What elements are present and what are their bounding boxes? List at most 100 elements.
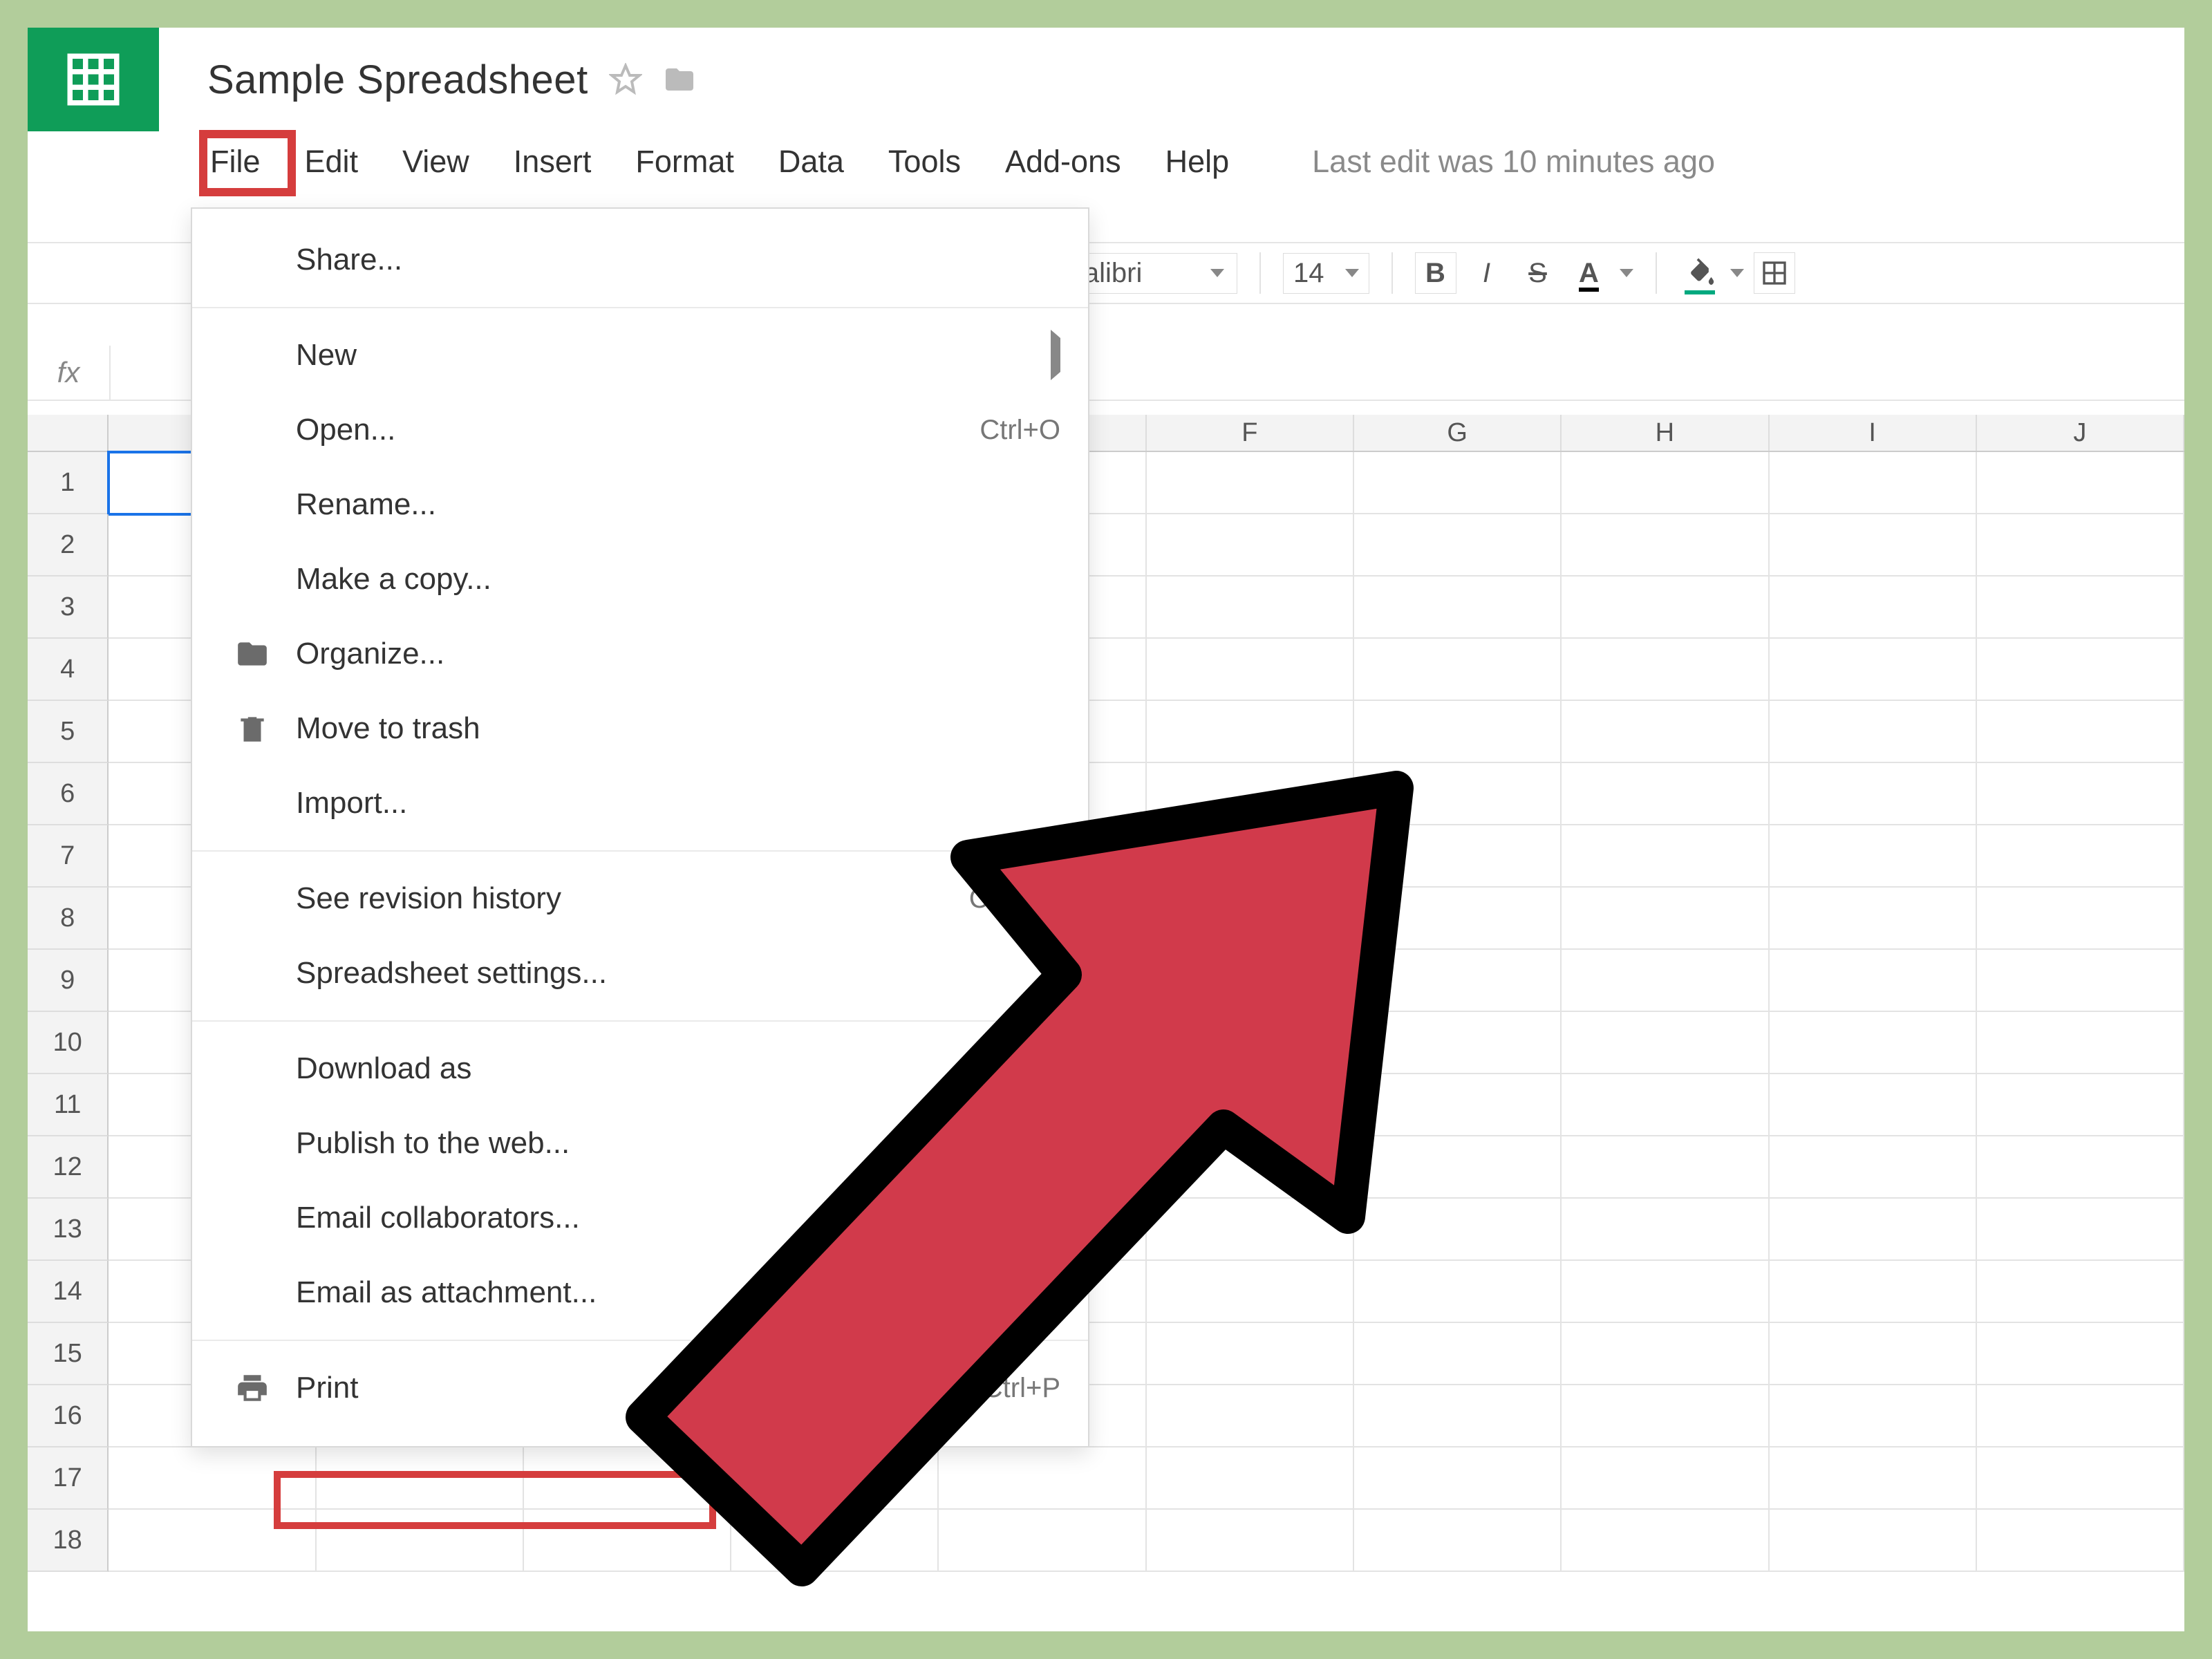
chevron-down-icon[interactable] [1730, 269, 1744, 277]
cell[interactable] [1562, 514, 1769, 577]
cell[interactable] [1977, 1136, 2184, 1199]
menu-insert[interactable]: Insert [511, 138, 594, 185]
cell[interactable] [1354, 950, 1562, 1012]
menu-item-share[interactable]: Share... [192, 223, 1088, 297]
cell[interactable] [1354, 1510, 1562, 1572]
cell[interactable] [524, 1447, 731, 1510]
cell[interactable] [1562, 950, 1769, 1012]
cell[interactable] [1354, 452, 1562, 514]
cell[interactable] [1562, 701, 1769, 763]
row-header[interactable]: 14 [28, 1261, 109, 1323]
cell[interactable] [1977, 1074, 2184, 1136]
cell[interactable] [939, 1510, 1146, 1572]
cell[interactable] [1562, 1136, 1769, 1199]
row-header[interactable]: 13 [28, 1199, 109, 1261]
cell[interactable] [1562, 825, 1769, 888]
folder-icon[interactable] [663, 63, 696, 96]
cell[interactable] [1977, 514, 2184, 577]
cell[interactable] [317, 1447, 524, 1510]
sheets-logo[interactable] [28, 28, 159, 131]
cell[interactable] [731, 1447, 939, 1510]
cell[interactable] [1562, 1012, 1769, 1074]
cell[interactable] [1147, 1136, 1354, 1199]
cell[interactable] [1147, 888, 1354, 950]
column-header[interactable]: H [1562, 415, 1769, 451]
cell[interactable] [1977, 701, 2184, 763]
menu-edit[interactable]: Edit [302, 138, 362, 185]
row-header[interactable]: 9 [28, 950, 109, 1012]
row-header[interactable]: 8 [28, 888, 109, 950]
cell[interactable] [1147, 1199, 1354, 1261]
cell[interactable] [1770, 763, 1977, 825]
cell[interactable] [1354, 825, 1562, 888]
font-size-dropdown[interactable]: 14 [1283, 253, 1369, 294]
cell[interactable] [1770, 1447, 1977, 1510]
cell[interactable] [1770, 701, 1977, 763]
document-title[interactable]: Sample Spreadsheet [207, 57, 588, 103]
menu-item-print[interactable]: Print Ctrl+P [192, 1351, 1088, 1425]
fill-color-button[interactable] [1679, 252, 1721, 294]
cell[interactable] [1770, 950, 1977, 1012]
cell[interactable] [1147, 1012, 1354, 1074]
cell[interactable] [524, 1510, 731, 1572]
row-header[interactable]: 7 [28, 825, 109, 888]
cell[interactable] [1147, 950, 1354, 1012]
column-header[interactable]: G [1354, 415, 1562, 451]
cell[interactable] [1977, 1261, 2184, 1323]
cell[interactable] [1562, 452, 1769, 514]
cell[interactable] [1770, 1136, 1977, 1199]
menu-item-make-copy[interactable]: Make a copy... [192, 542, 1088, 617]
italic-button[interactable]: I [1466, 252, 1508, 294]
menu-help[interactable]: Help [1163, 138, 1232, 185]
cell[interactable] [1977, 763, 2184, 825]
cell[interactable] [1562, 1447, 1769, 1510]
cell[interactable] [1147, 1261, 1354, 1323]
cell[interactable] [1354, 763, 1562, 825]
strikethrough-button[interactable]: S [1517, 252, 1559, 294]
cell[interactable] [1562, 577, 1769, 639]
row-header[interactable]: 3 [28, 577, 109, 639]
row-header[interactable]: 5 [28, 701, 109, 763]
cell[interactable] [1147, 1510, 1354, 1572]
cell[interactable] [1562, 1074, 1769, 1136]
chevron-down-icon[interactable] [1620, 269, 1633, 277]
cell[interactable] [1354, 577, 1562, 639]
cell[interactable] [1977, 1199, 2184, 1261]
cell[interactable] [1354, 1012, 1562, 1074]
cell[interactable] [1770, 888, 1977, 950]
cell[interactable] [1562, 1385, 1769, 1447]
cell[interactable] [1354, 888, 1562, 950]
cell[interactable] [1354, 1385, 1562, 1447]
column-header[interactable]: F [1147, 415, 1354, 451]
cell[interactable] [1770, 1323, 1977, 1385]
cell[interactable] [1770, 825, 1977, 888]
cell[interactable] [317, 1510, 524, 1572]
row-header[interactable]: 15 [28, 1323, 109, 1385]
cell[interactable] [109, 1510, 316, 1572]
row-header[interactable]: 16 [28, 1385, 109, 1447]
cell[interactable] [1770, 514, 1977, 577]
cell[interactable] [1147, 514, 1354, 577]
cell[interactable] [1562, 1199, 1769, 1261]
menu-item-revision-history[interactable]: See revision history Ctrl+Alt [192, 861, 1088, 936]
menu-item-download-as[interactable]: Download as [192, 1031, 1088, 1106]
cell[interactable] [1977, 577, 2184, 639]
cell[interactable] [1977, 1510, 2184, 1572]
cell[interactable] [1354, 1199, 1562, 1261]
row-header[interactable]: 4 [28, 639, 109, 701]
row-header[interactable]: 17 [28, 1447, 109, 1510]
cell[interactable] [1354, 514, 1562, 577]
row-header[interactable]: 2 [28, 514, 109, 577]
cell[interactable] [1977, 1385, 2184, 1447]
cell[interactable] [1147, 1323, 1354, 1385]
cell[interactable] [1562, 639, 1769, 701]
menu-file[interactable]: File [207, 138, 263, 185]
cell[interactable] [1354, 1074, 1562, 1136]
cell[interactable] [1354, 1323, 1562, 1385]
cell[interactable] [1562, 1261, 1769, 1323]
cell[interactable] [1770, 1199, 1977, 1261]
cell[interactable] [1354, 701, 1562, 763]
row-header[interactable]: 10 [28, 1012, 109, 1074]
cell[interactable] [1354, 1261, 1562, 1323]
cell[interactable] [1977, 888, 2184, 950]
